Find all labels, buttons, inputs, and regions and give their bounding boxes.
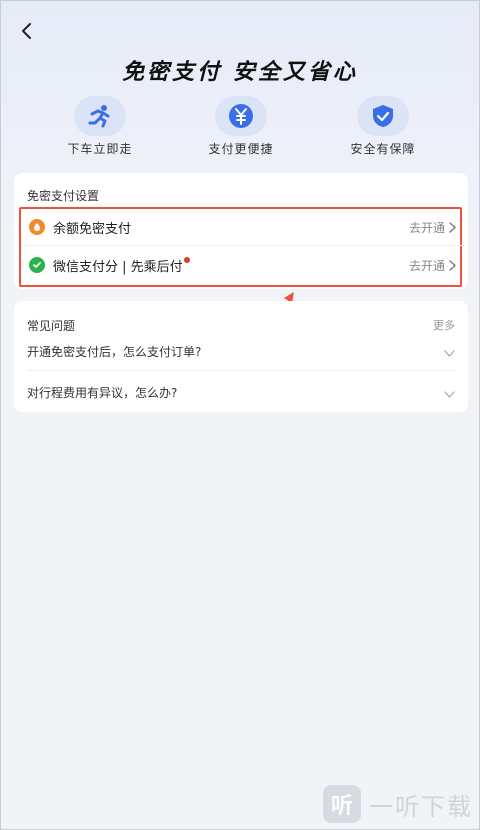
wechat-pay-icon	[29, 257, 45, 273]
feature-secure: 安全有保障	[323, 96, 443, 157]
chevron-down-icon	[444, 342, 455, 361]
chevron-right-icon	[449, 221, 456, 233]
page: 免密支付 安全又省心 下车立即走 支付更便捷 安全有保障 免密支付设置 余额免密…	[0, 0, 480, 830]
row-name: 微信支付分 | 先乘后付	[53, 259, 183, 275]
balance-icon	[29, 219, 45, 235]
divider	[27, 370, 455, 371]
yen-coin-icon	[215, 96, 267, 136]
faq-item[interactable]: 对行程费用有异议，怎么办?	[27, 377, 455, 407]
red-dot-badge	[183, 257, 190, 263]
feature-label: 下车立即走	[67, 142, 133, 156]
feature-label: 安全有保障	[350, 142, 416, 156]
faq-question: 开通免密支付后，怎么支付订单?	[27, 344, 202, 359]
faq-question: 对行程费用有异议，怎么办?	[27, 385, 178, 400]
watermark: 听 一听下载	[323, 785, 473, 823]
row-name: 余额免密支付	[53, 221, 132, 237]
settings-title: 免密支付设置	[27, 189, 100, 203]
chevron-left-icon	[22, 23, 31, 39]
chevron-right-icon	[449, 259, 456, 271]
wechat-pay-row[interactable]: 微信支付分 | 先乘后付 去开通	[21, 246, 460, 284]
divider	[23, 245, 465, 246]
features-row: 下车立即走 支付更便捷 安全有保障	[1, 96, 480, 156]
watermark-text: 一听下载	[369, 792, 473, 821]
watermark-logo: 听	[323, 785, 361, 823]
shield-check-icon	[357, 96, 409, 136]
hero-title: 免密支付 安全又省心	[122, 60, 358, 85]
faq-item[interactable]: 开通免密支付后，怎么支付订单?	[27, 336, 455, 366]
faq-more-link[interactable]: 更多	[433, 317, 455, 333]
faq-card: 常见问题 更多 开通免密支付后，怎么支付订单? 对行程费用有异议，怎么办?	[14, 301, 468, 412]
feature-label: 支付更便捷	[208, 142, 274, 156]
feature-convenient: 支付更便捷	[181, 96, 301, 157]
back-button[interactable]	[15, 19, 39, 43]
faq-title: 常见问题	[27, 319, 76, 333]
running-person-icon	[74, 96, 126, 136]
payment-settings-card: 免密支付设置 余额免密支付 去开通 微信支付分 | 先乘后付 去开通	[14, 173, 468, 289]
balance-payment-row[interactable]: 余额免密支付 去开通	[21, 208, 460, 246]
feature-quick-leave: 下车立即走	[40, 96, 160, 157]
chevron-down-icon	[444, 383, 455, 402]
enable-link[interactable]: 去开通	[409, 257, 445, 274]
enable-link[interactable]: 去开通	[409, 219, 445, 236]
